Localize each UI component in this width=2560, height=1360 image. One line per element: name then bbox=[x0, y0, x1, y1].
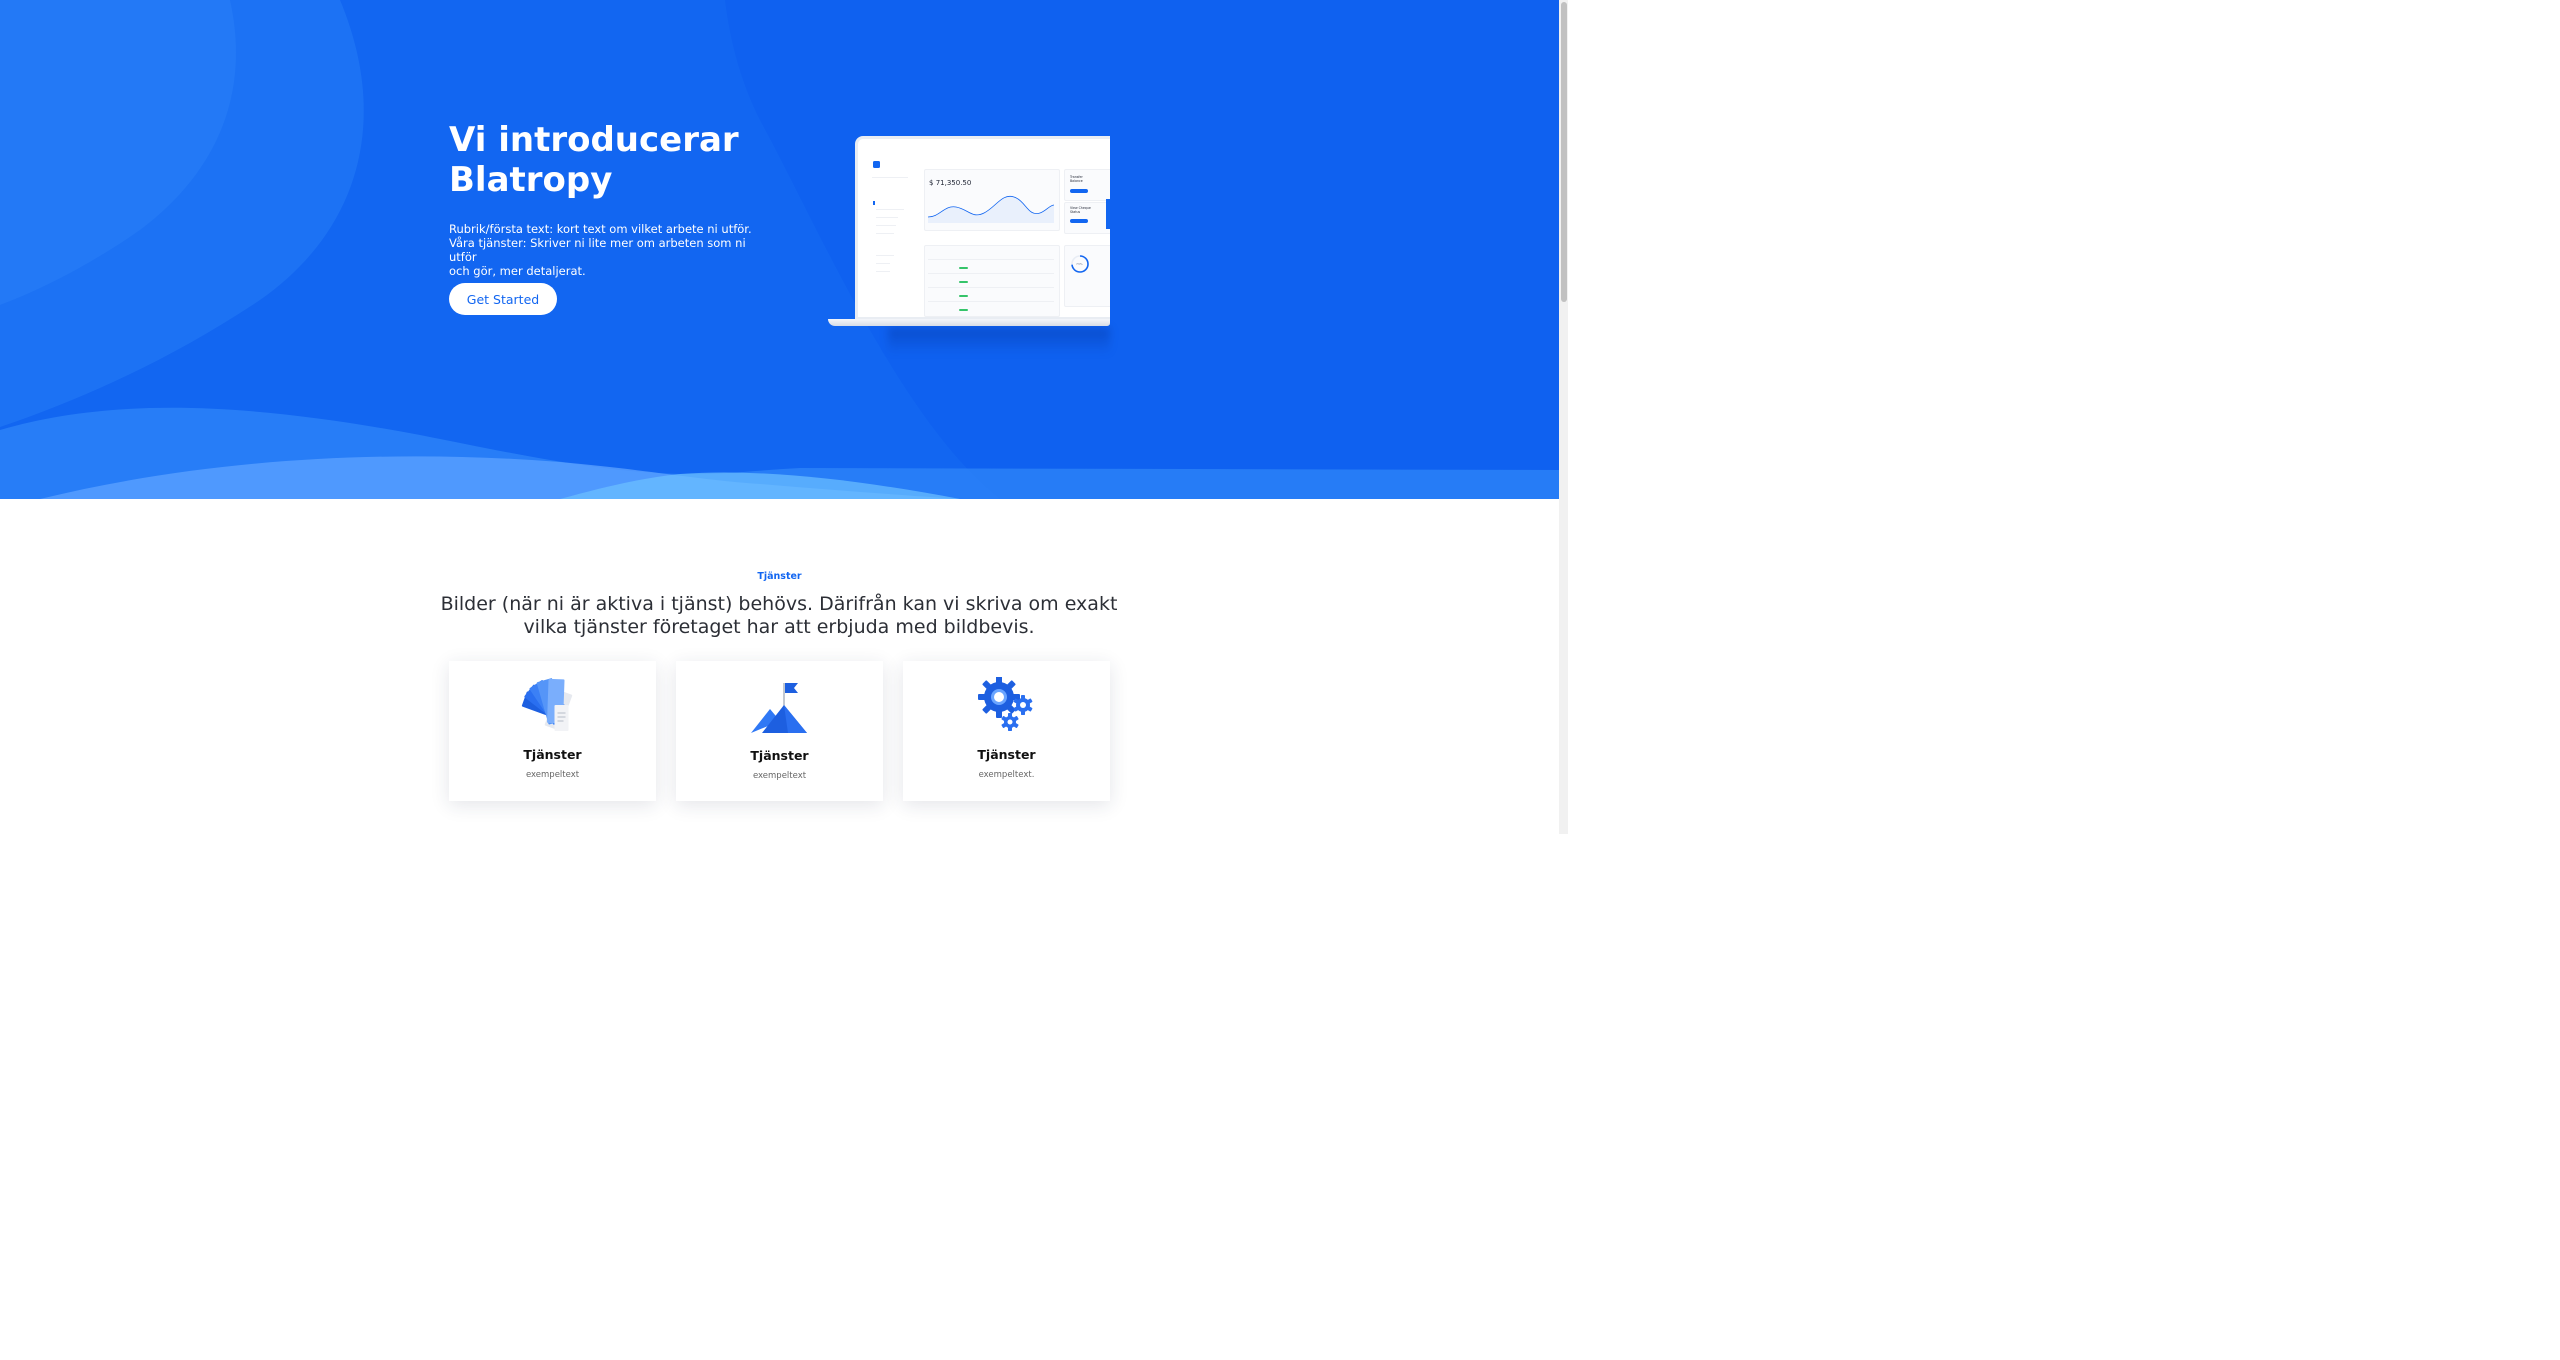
transfer-title: Transfer Balance bbox=[1070, 175, 1083, 183]
gears-icon bbox=[978, 677, 1033, 731]
laptop-shadow bbox=[888, 328, 1110, 354]
cheque-title-line-2: Status bbox=[1070, 210, 1081, 214]
table-row bbox=[928, 273, 1054, 274]
cheque-button bbox=[1070, 219, 1088, 223]
services-title-line-1: Bilder (när ni är aktiva i tjänst) behöv… bbox=[440, 593, 1118, 615]
status-badge bbox=[959, 295, 968, 297]
hero-background-waves bbox=[0, 0, 1559, 499]
service-card-3[interactable]: Tjänster exempeltext. bbox=[903, 661, 1110, 801]
laptop-base bbox=[828, 319, 1110, 326]
laptop-screen: $ 71,350.50 Transfer Balance View Cheque S… bbox=[855, 136, 1110, 320]
hero-title-line-2: Blatropy bbox=[449, 160, 613, 200]
hero-section: Vi introducerar Blatropy Rubrik/första t… bbox=[0, 0, 1559, 499]
hero-description-line-2: Våra tjänster: Skriver ni lite mer om ar… bbox=[449, 236, 746, 264]
table-row bbox=[928, 287, 1054, 288]
cheque-title: View Cheque Status bbox=[1070, 206, 1091, 214]
get-started-button[interactable]: Get Started bbox=[449, 283, 557, 315]
hero-description: Rubrik/första text: kort text om vilket … bbox=[449, 222, 769, 278]
sidebar-item bbox=[876, 233, 894, 234]
sidebar-item bbox=[876, 255, 894, 256]
side-accent-bar bbox=[1106, 199, 1110, 229]
balance-value: $ 71,350.50 bbox=[929, 179, 971, 187]
hero-title-line-1: Vi introducerar bbox=[449, 120, 739, 160]
table-row bbox=[928, 259, 1054, 260]
sidebar-item bbox=[876, 271, 890, 272]
transactions-card bbox=[924, 245, 1060, 317]
balance-currency: $ bbox=[929, 179, 934, 187]
service-card-text: exempeltext bbox=[752, 771, 807, 781]
sidebar-item bbox=[876, 225, 896, 226]
color-swatch-icon bbox=[521, 678, 573, 731]
scrollbar-thumb[interactable] bbox=[1561, 2, 1567, 302]
status-badge bbox=[959, 309, 968, 311]
sidebar-item bbox=[876, 209, 904, 210]
app-logo-icon bbox=[873, 161, 880, 168]
hero-description-line-3: och gör, mer detaljerat. bbox=[449, 264, 586, 278]
sidebar-active-marker bbox=[873, 201, 875, 205]
services-title: Bilder (när ni är aktiva i tjänst) behöv… bbox=[440, 593, 1118, 639]
service-card-1[interactable]: Tjänster exempeltext bbox=[449, 661, 656, 801]
balance-line-chart bbox=[928, 195, 1054, 223]
table-row bbox=[928, 301, 1054, 302]
service-card-text: exempeltext bbox=[525, 770, 580, 780]
status-badge bbox=[959, 281, 968, 283]
balance-amount: 71,350.50 bbox=[935, 179, 972, 187]
services-title-line-2: vilka tjänster företaget har att erbjuda… bbox=[523, 616, 1035, 638]
hero-description-line-1: Rubrik/första text: kort text om vilket … bbox=[449, 222, 752, 236]
services-eyebrow: Tjänster bbox=[757, 571, 802, 582]
mountain-flag-icon bbox=[751, 683, 807, 733]
service-card-text: exempeltext. bbox=[978, 770, 1035, 780]
service-card-2[interactable]: Tjänster exempeltext bbox=[676, 661, 883, 801]
sidebar-item bbox=[876, 263, 890, 264]
service-card-title: Tjänster bbox=[977, 747, 1036, 762]
transfer-card bbox=[1064, 169, 1110, 201]
service-card-title: Tjänster bbox=[750, 748, 809, 763]
hero-title: Vi introducerar Blatropy bbox=[449, 120, 769, 200]
service-card-title: Tjänster bbox=[523, 747, 582, 762]
sidebar-item bbox=[876, 217, 898, 218]
progress-label: 73% bbox=[1076, 262, 1083, 266]
status-badge bbox=[959, 267, 968, 269]
transfer-button bbox=[1070, 189, 1088, 193]
sidebar-divider bbox=[872, 177, 908, 178]
transfer-title-line-2: Balance bbox=[1070, 179, 1083, 183]
laptop-dashboard-mockup: $ 71,350.50 Transfer Balance View Cheque S… bbox=[828, 136, 1110, 356]
